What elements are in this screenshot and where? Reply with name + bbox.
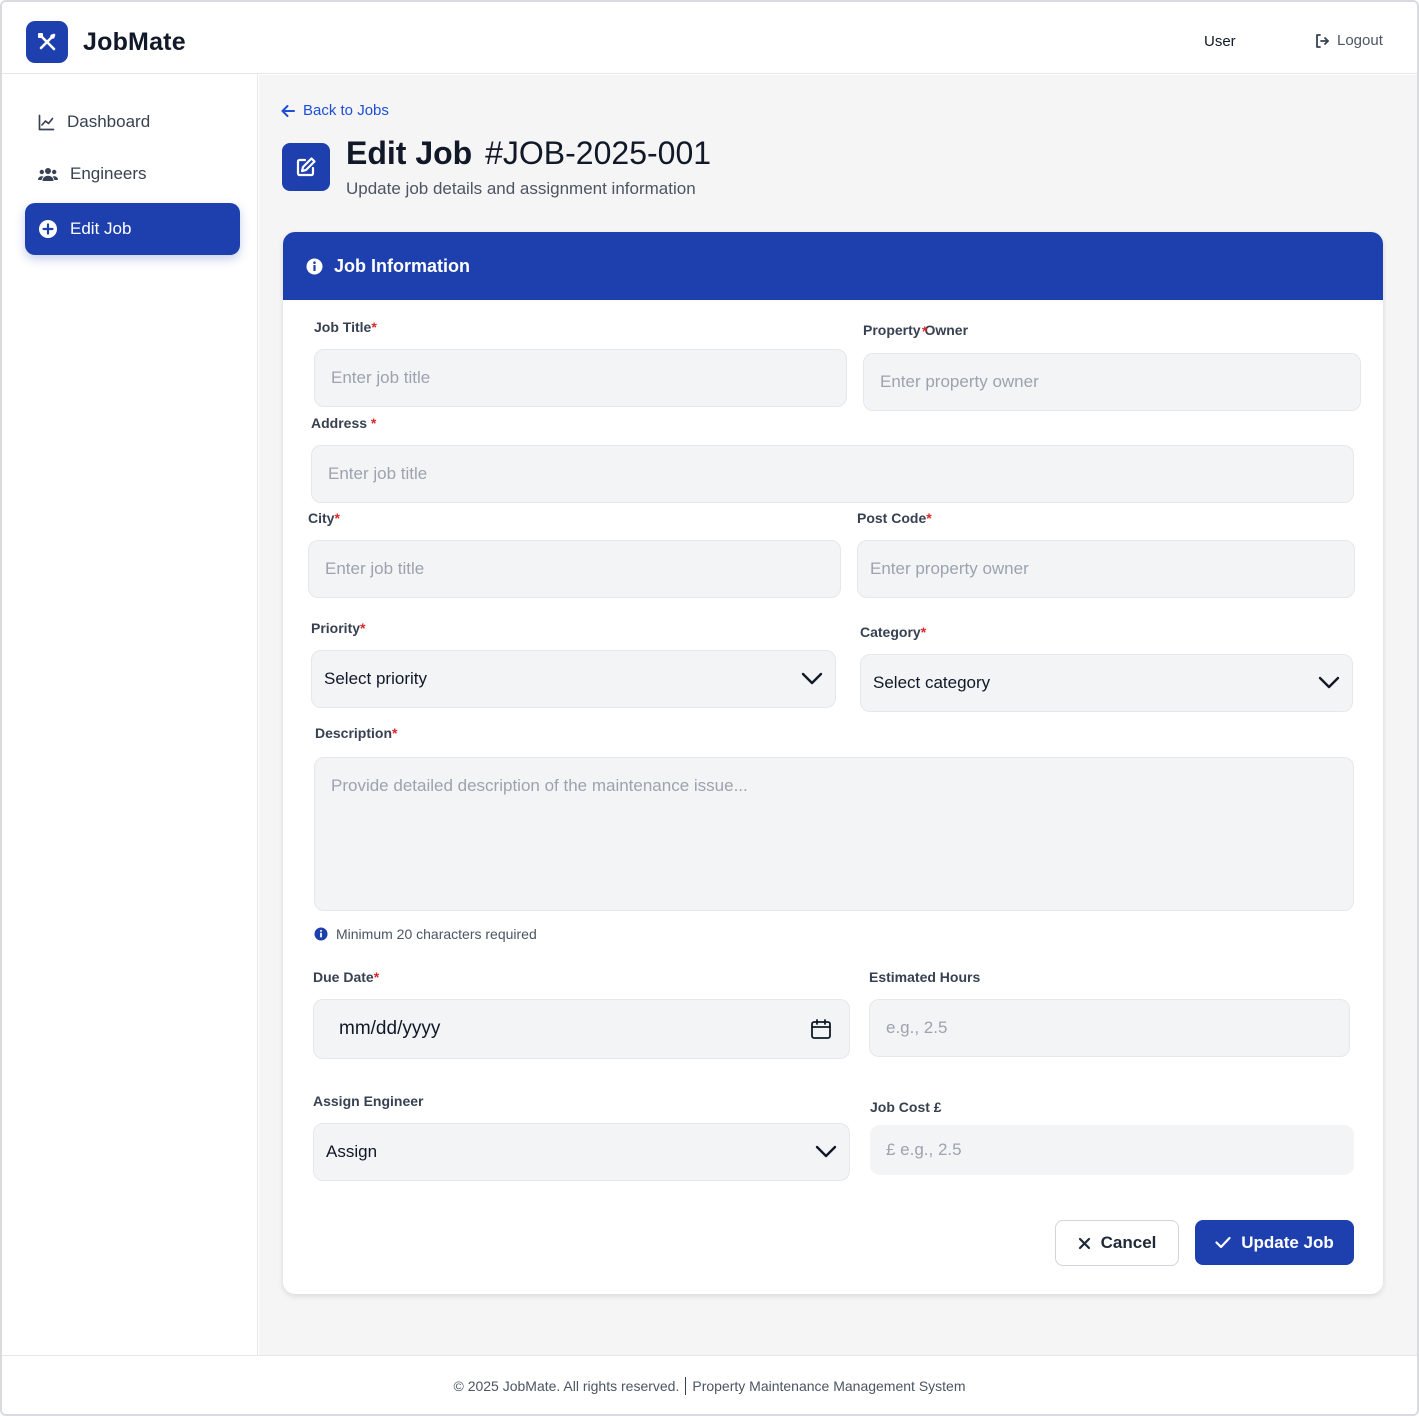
app-window: JobMate User Logout Dashboard Engineers …: [0, 0, 1419, 1416]
category-label: Category*: [860, 624, 926, 640]
label-text: Job Title: [314, 319, 372, 335]
label-text: Property Owner: [863, 322, 969, 338]
calendar-icon: [811, 1019, 831, 1039]
back-link-label: Back to Jobs: [303, 102, 389, 119]
label-text: Assign Engineer: [313, 1093, 424, 1109]
info-icon: [314, 927, 328, 941]
user-label[interactable]: User: [1204, 33, 1236, 50]
copyright-text: © 2025 JobMate. All rights reserved.: [453, 1378, 680, 1394]
page-title: Edit Job #JOB-2025-001: [346, 135, 711, 172]
logout-label: Logout: [1337, 32, 1383, 49]
label-text: Description: [315, 725, 393, 741]
estimated-hours-label: Estimated Hours: [869, 969, 980, 985]
description-label: Description*: [315, 725, 397, 741]
main-content: Back to Jobs Edit Job #JOB-2025-001 Upda…: [259, 75, 1417, 1355]
arrow-left-icon: [281, 104, 295, 117]
city-label: City*: [308, 510, 340, 526]
job-cost-input[interactable]: [870, 1125, 1354, 1175]
chevron-down-icon: [815, 1145, 837, 1158]
post-code-label: Post Code*: [857, 510, 932, 526]
sidebar-item-label: Engineers: [70, 164, 147, 183]
footer-tagline: Property Maintenance Management System: [692, 1378, 966, 1394]
sidebar-item-edit-job[interactable]: Edit Job: [25, 203, 240, 255]
address-label: Address *: [311, 415, 376, 431]
info-icon: [306, 258, 323, 274]
category-select[interactable]: Select category: [860, 654, 1353, 712]
label-text: Address: [311, 415, 368, 431]
tools-icon: [38, 33, 56, 51]
priority-select[interactable]: Select priority: [311, 650, 836, 708]
property-owner-label: Property Owner: [863, 322, 968, 338]
required-marker: *: [373, 969, 380, 985]
label-text: Job Cost £: [870, 1099, 942, 1115]
logout-icon: [1316, 33, 1329, 48]
label-text: Estimated Hours: [869, 969, 981, 985]
update-job-label: Update Job: [1241, 1232, 1334, 1252]
footer-divider: [685, 1377, 687, 1395]
description-textarea[interactable]: [314, 757, 1354, 911]
sidebar-item-label: Dashboard: [67, 112, 151, 131]
back-to-jobs-link[interactable]: Back to Jobs: [281, 102, 389, 119]
assign-engineer-label: Assign Engineer: [313, 1093, 423, 1109]
priority-value: Select priority: [324, 669, 427, 688]
card-header: Job Information: [283, 232, 1383, 300]
required-marker: *: [392, 725, 398, 741]
label-text: Post Code: [857, 510, 927, 526]
top-header: JobMate User Logout: [2, 2, 1417, 74]
due-date-label: Due Date*: [313, 969, 379, 985]
priority-label: Priority*: [311, 620, 365, 636]
footer: © 2025 JobMate. All rights reserved. Pro…: [2, 1355, 1417, 1414]
chevron-down-icon: [1318, 676, 1340, 689]
page-subtitle: Update job details and assignment inform…: [346, 179, 696, 198]
sidebar-item-label: Edit Job: [70, 219, 132, 238]
required-marker: *: [370, 415, 377, 431]
logo[interactable]: [26, 21, 68, 63]
job-information-card: Job Information Job Title* Property Owne…: [283, 232, 1383, 1294]
address-input[interactable]: [311, 445, 1354, 503]
estimated-hours-input[interactable]: [869, 999, 1350, 1057]
required-marker: *: [920, 624, 927, 640]
job-code: #JOB-2025-001: [485, 135, 712, 171]
due-date-input[interactable]: mm/dd/yyyy: [313, 999, 850, 1059]
job-title-input[interactable]: [314, 349, 847, 407]
sidebar-item-engineers[interactable]: Engineers: [25, 148, 240, 200]
due-date-value: mm/dd/yyyy: [339, 1018, 441, 1039]
users-icon: [38, 167, 58, 181]
assign-engineer-select[interactable]: Assign: [313, 1123, 850, 1181]
required-marker: *: [334, 510, 340, 526]
job-title-label: Job Title*: [314, 319, 377, 335]
required-marker: *: [922, 323, 928, 339]
required-marker: *: [926, 510, 932, 526]
check-icon: [1215, 1236, 1231, 1249]
label-text: Due Date: [313, 969, 374, 985]
edit-icon: [296, 157, 316, 177]
label-text: Priority: [311, 620, 361, 636]
sidebar-item-dashboard[interactable]: Dashboard: [25, 96, 240, 148]
description-hint: Minimum 20 characters required: [314, 926, 537, 942]
job-cost-label: Job Cost £: [870, 1099, 942, 1115]
page-title-text: Edit Job: [346, 135, 473, 171]
property-owner-input[interactable]: [863, 353, 1361, 411]
post-code-input[interactable]: [857, 540, 1355, 598]
label-text: City: [308, 510, 335, 526]
chevron-down-icon: [801, 672, 823, 685]
app-name: JobMate: [83, 28, 186, 56]
required-marker: *: [371, 319, 377, 335]
plus-circle-icon: [39, 220, 57, 238]
assign-engineer-value: Assign: [326, 1142, 378, 1161]
required-marker: *: [360, 620, 366, 636]
chart-line-icon: [38, 114, 55, 130]
category-value: Select category: [873, 673, 991, 692]
cancel-label: Cancel: [1100, 1233, 1157, 1252]
update-job-button[interactable]: Update Job: [1195, 1220, 1354, 1265]
section-title: Job Information: [334, 255, 470, 276]
hint-text: Minimum 20 characters required: [336, 926, 537, 942]
close-icon: [1078, 1237, 1090, 1249]
edit-job-badge: [282, 143, 330, 191]
logout-button[interactable]: Logout: [1314, 32, 1383, 49]
sidebar: Dashboard Engineers Edit Job: [2, 74, 258, 1355]
label-text: Category: [860, 624, 921, 640]
cancel-button[interactable]: Cancel: [1055, 1220, 1179, 1266]
city-input[interactable]: [308, 540, 841, 598]
